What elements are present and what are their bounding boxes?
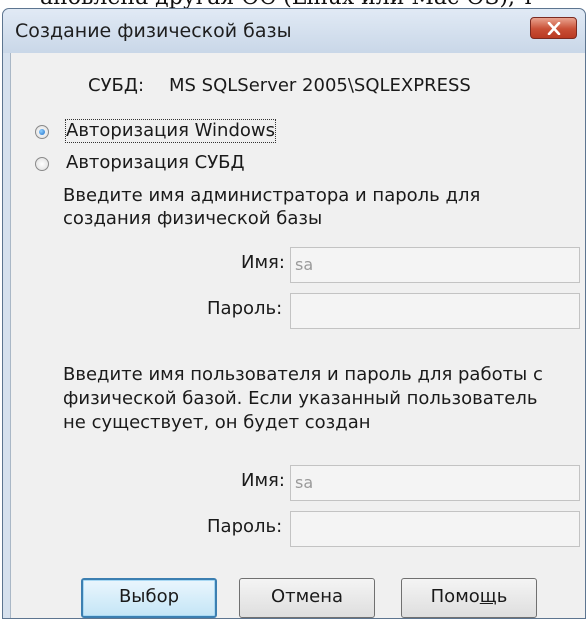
help-button-label-start: Помо bbox=[430, 586, 480, 607]
dialog-window: Создание физической базы СУБД: MS SQLSer… bbox=[2, 8, 586, 619]
user-password-label: Пароль: bbox=[207, 516, 283, 537]
background-document: ановлена другая ОС (Linux или Mac OS), т bbox=[0, 0, 588, 8]
dbms-label: СУБД: bbox=[88, 75, 145, 96]
title-bar: Создание физической базы bbox=[3, 9, 585, 53]
close-icon bbox=[547, 22, 561, 35]
user-prompt-line2: физической базой. Если указанный пользов… bbox=[63, 388, 538, 409]
user-prompt-line3: не существует, он будет создан bbox=[63, 412, 371, 433]
radio-windows-auth-label[interactable]: Авторизация Windows bbox=[65, 119, 276, 143]
cancel-button[interactable]: Отмена bbox=[239, 578, 375, 618]
admin-password-field[interactable] bbox=[290, 293, 580, 329]
user-name-label: Имя: bbox=[241, 470, 285, 491]
user-password-field[interactable] bbox=[290, 511, 580, 547]
select-button[interactable]: Выбор bbox=[81, 578, 217, 618]
user-prompt-line1: Введите имя пользователя и пароль для ра… bbox=[63, 364, 543, 385]
dbms-value: MS SQLServer 2005\SQLEXPRESS bbox=[169, 75, 471, 96]
dialog-client-area: СУБД: MS SQLServer 2005\SQLEXPRESS Автор… bbox=[10, 53, 585, 618]
radio-selected-dot bbox=[39, 129, 45, 135]
help-button[interactable]: Помощь bbox=[401, 578, 537, 618]
radio-windows-auth[interactable] bbox=[35, 125, 49, 139]
help-button-accelerator: щ bbox=[479, 586, 497, 607]
background-text: ановлена другая ОС (Linux или Mac OS), т bbox=[40, 0, 534, 8]
radio-dbms-auth-label[interactable]: Авторизация СУБД bbox=[66, 152, 245, 174]
admin-prompt-line2: создания физической базы bbox=[63, 208, 323, 229]
admin-prompt-line1: Введите имя администратора и пароль для bbox=[63, 185, 481, 206]
user-name-field[interactable]: sa bbox=[290, 465, 580, 501]
close-button[interactable] bbox=[530, 17, 577, 39]
radio-dbms-auth[interactable] bbox=[35, 157, 49, 171]
help-button-label-end: ь bbox=[496, 586, 508, 607]
admin-password-label: Пароль: bbox=[207, 298, 283, 319]
dialog-title: Создание физической базы bbox=[15, 20, 292, 42]
admin-name-field[interactable]: sa bbox=[290, 247, 580, 283]
admin-name-label: Имя: bbox=[241, 252, 285, 273]
